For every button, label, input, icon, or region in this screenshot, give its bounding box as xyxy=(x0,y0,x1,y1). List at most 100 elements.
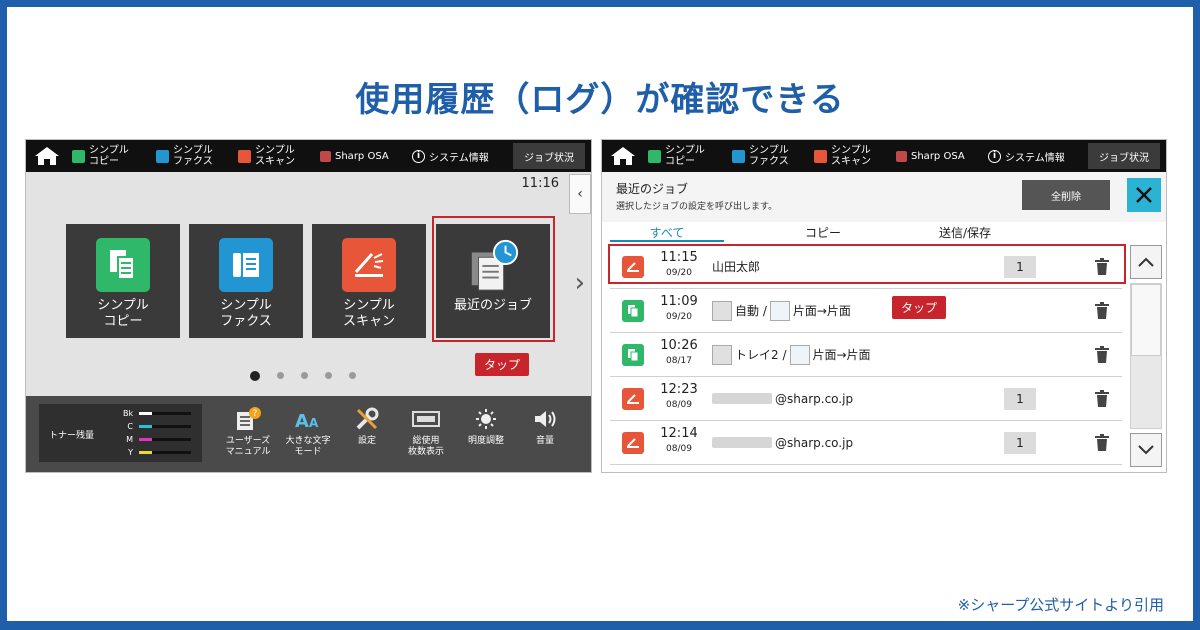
job-row[interactable]: 11:09 09/20 自動 / 片面→片面 xyxy=(610,289,1122,333)
job-detail: 山田太郎 xyxy=(712,258,760,275)
topbar-label: シンプル xyxy=(831,145,871,156)
job-status-button[interactable]: ジョブ状況 xyxy=(513,143,585,169)
tool-large-text[interactable]: AA 大きな文字 モード xyxy=(278,406,338,458)
job-detail: トレイ2 / 片面→片面 xyxy=(712,344,871,365)
recent-jobs-header: 最近のジョブ 選択したジョブの設定を呼び出します。 全削除 xyxy=(602,172,1166,222)
job-date: 08/09 xyxy=(666,400,692,410)
tool-settings[interactable]: 設定 xyxy=(337,406,397,447)
topbar-system-info[interactable]: i システム情報 xyxy=(412,143,489,169)
trash-icon[interactable] xyxy=(1094,389,1110,408)
toner-letter: C xyxy=(127,422,133,431)
tab-all[interactable]: すべて xyxy=(610,224,724,242)
tool-user-manual[interactable]: ? ユーザーズ マニュアル xyxy=(218,406,278,458)
job-status-button[interactable]: ジョブ状況 xyxy=(1088,143,1160,169)
clock: 11:16 xyxy=(521,176,559,191)
job-detail-text: 片面→片面 xyxy=(792,304,851,318)
scroll-thumb[interactable] xyxy=(1131,284,1161,356)
job-detail: @sharp.co.jp xyxy=(712,392,853,406)
toner-letter: M xyxy=(126,435,133,444)
tile-label: シンプル xyxy=(343,298,395,313)
tile-label: 最近のジョブ xyxy=(453,298,532,313)
scroll-track[interactable] xyxy=(1130,283,1162,429)
next-page-icon[interactable]: › xyxy=(575,268,585,298)
topbar-sharp-osa[interactable]: Sharp OSA xyxy=(896,143,965,169)
job-row[interactable]: 10:26 08/17 トレイ2 / 片面→片面 xyxy=(610,333,1122,377)
collapse-arrow-icon[interactable]: ‹ xyxy=(569,174,591,214)
toner-letter: Y xyxy=(128,448,133,457)
close-button[interactable] xyxy=(1127,178,1161,212)
topbar-simple-fax[interactable]: シンプル ファクス xyxy=(732,143,789,169)
tile-label: シンプル xyxy=(220,298,272,313)
scroll-down-button[interactable] xyxy=(1130,433,1162,467)
tile-simple-copy[interactable]: シンプル コピー xyxy=(66,224,180,338)
tile-simple-fax[interactable]: シンプル ファクス xyxy=(189,224,303,338)
tool-total-count[interactable]: 総使用 枚数表示 xyxy=(396,406,456,458)
job-time-hm: 12:14 xyxy=(660,426,698,441)
topbar-simple-fax[interactable]: シンプル ファクス xyxy=(156,143,213,169)
scan-icon xyxy=(622,255,644,278)
top-bar: シンプル コピー シンプル ファクス シンプル スキャン Sharp OSA i シス… xyxy=(26,140,591,172)
delete-all-button[interactable]: 全削除 xyxy=(1022,180,1110,210)
scan-icon xyxy=(622,387,644,410)
info-icon: i xyxy=(988,149,1001,163)
topbar-simple-copy[interactable]: シンプル コピー xyxy=(72,143,129,169)
trash-icon[interactable] xyxy=(1094,345,1110,364)
tile-label: ファクス xyxy=(220,314,272,329)
page-dot[interactable] xyxy=(325,372,332,379)
topbar-label: シンプル xyxy=(665,145,705,156)
topbar-label: シンプル xyxy=(255,145,295,156)
topbar-simple-scan[interactable]: シンプル スキャン xyxy=(814,143,871,169)
trash-icon[interactable] xyxy=(1094,433,1110,452)
toner-row-c: C xyxy=(123,422,191,431)
topbar-label: ファクス xyxy=(173,156,213,167)
job-detail-text: @sharp.co.jp xyxy=(775,435,854,450)
page-dot[interactable] xyxy=(277,372,284,379)
tile-label: シンプル xyxy=(97,298,149,313)
job-row[interactable]: 12:23 08/09 @sharp.co.jp 1 xyxy=(610,377,1122,421)
bottom-toolbar: トナー残量 Bk C M Y ? ユーザーズ マニュアル AA 大きな文字 モー… xyxy=(26,396,591,472)
topbar-simple-copy[interactable]: シンプル コピー xyxy=(648,143,705,169)
page-dot[interactable] xyxy=(250,371,260,381)
tile-recent-jobs[interactable]: 最近のジョブ xyxy=(436,224,550,338)
scrollbar[interactable] xyxy=(1130,245,1162,467)
scan-icon xyxy=(814,149,827,163)
tile-simple-scan[interactable]: シンプル スキャン xyxy=(312,224,426,338)
home-icon[interactable] xyxy=(610,146,636,166)
toner-row-m: M xyxy=(123,435,191,444)
trash-icon[interactable] xyxy=(1094,257,1110,276)
job-detail: 自動 / 片面→片面 xyxy=(712,300,851,321)
trash-icon[interactable] xyxy=(1094,301,1110,320)
page-dot[interactable] xyxy=(301,372,308,379)
job-date: 09/20 xyxy=(666,268,692,278)
osa-icon xyxy=(896,150,907,162)
fax-icon xyxy=(219,238,273,292)
topbar-sharp-osa[interactable]: Sharp OSA xyxy=(320,143,389,169)
paper-icon xyxy=(712,344,732,365)
copy-icon xyxy=(648,149,661,163)
page-dot[interactable] xyxy=(349,372,356,379)
topbar-system-info[interactable]: i システム情報 xyxy=(988,143,1065,169)
job-row[interactable]: 12:14 08/09 @sharp.co.jp 1 xyxy=(610,421,1122,465)
duplex-icon xyxy=(769,300,790,321)
toner-row-bk: Bk xyxy=(123,409,191,418)
svg-text:A: A xyxy=(295,411,309,430)
topbar-label: コピー xyxy=(665,156,695,167)
copy-icon xyxy=(622,343,644,366)
tab-copy[interactable]: コピー xyxy=(766,224,880,241)
topbar-simple-scan[interactable]: シンプル スキャン xyxy=(238,143,295,169)
job-row[interactable]: 11:15 09/20 山田太郎 1 xyxy=(610,245,1122,289)
job-count: 1 xyxy=(1004,387,1036,410)
tool-volume[interactable]: 音量 xyxy=(515,406,575,447)
toner-status[interactable]: トナー残量 Bk C M Y xyxy=(39,404,202,462)
job-detail-text: 山田太郎 xyxy=(712,260,761,274)
job-time-hm: 11:15 xyxy=(660,250,698,265)
scan-icon xyxy=(622,431,644,454)
source-note: ※シャープ公式サイトより引用 xyxy=(957,596,1164,614)
scroll-up-button[interactable] xyxy=(1130,245,1162,279)
home-icon[interactable] xyxy=(34,146,60,166)
tile-label: スキャン xyxy=(342,314,395,329)
manual-icon: ? xyxy=(218,406,278,432)
tool-brightness[interactable]: 明度調整 xyxy=(456,406,516,447)
tool-label: 明度調整 xyxy=(467,436,504,446)
tab-send-save[interactable]: 送信/保存 xyxy=(908,224,1022,241)
